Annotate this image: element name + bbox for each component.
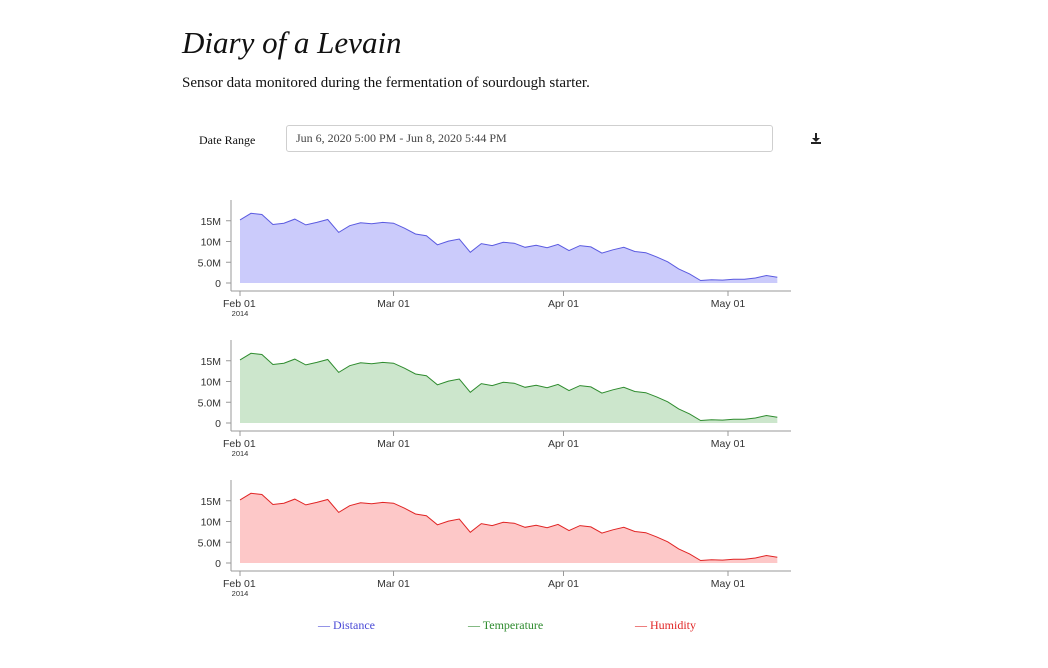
- x-tick-label: Apr 01: [548, 298, 579, 310]
- y-tick-label: 10M: [201, 377, 221, 389]
- y-tick-label: 10M: [201, 237, 221, 249]
- x-tick-label: Apr 01: [548, 578, 579, 590]
- x-tick-label: May 01: [711, 298, 746, 310]
- date-range-label: Date Range: [199, 133, 256, 147]
- page-title: Diary of a Levain: [182, 25, 402, 60]
- legend-distance: — Distance: [318, 618, 375, 632]
- y-tick-label: 5.0M: [198, 537, 221, 549]
- y-tick-label: 10M: [201, 517, 221, 529]
- date-range-input[interactable]: [286, 125, 773, 152]
- distance-area: [240, 213, 778, 283]
- x-tick-label: Mar 01: [377, 438, 410, 450]
- temperature-chart: 15M10M5.0M0Feb 01 Mar 01 Apr 01 May 012014: [198, 340, 791, 458]
- x-tick-label: Mar 01: [377, 298, 410, 310]
- humidity-area: [240, 493, 778, 563]
- y-tick-label: 0: [215, 418, 221, 430]
- temperature-area: [240, 353, 778, 423]
- x-tick-label: May 01: [711, 578, 746, 590]
- x-tick-year: 2014: [232, 309, 249, 318]
- y-tick-label: 0: [215, 558, 221, 570]
- y-tick-label: 15M: [201, 216, 221, 228]
- x-tick-label: Apr 01: [548, 438, 579, 450]
- legend: — Distance — Temperature — Humidity: [0, 618, 1048, 634]
- x-tick-label: Mar 01: [377, 578, 410, 590]
- y-tick-label: 15M: [201, 356, 221, 368]
- y-tick-label: 5.0M: [198, 257, 221, 269]
- legend-temperature: — Temperature: [468, 618, 544, 632]
- legend-humidity: — Humidity: [635, 618, 697, 632]
- page-subtitle: Sensor data monitored during the ferment…: [182, 75, 590, 91]
- y-tick-label: 5.0M: [198, 397, 221, 409]
- humidity-chart: 15M10M5.0M0Feb 01 Mar 01 Apr 01 May 012014: [198, 480, 791, 598]
- download-icon[interactable]: [808, 131, 824, 147]
- y-tick-label: 15M: [201, 496, 221, 508]
- distance-chart: 15M10M5.0M0Feb 01 Mar 01 Apr 01 May 012014: [198, 200, 791, 318]
- x-tick-label: May 01: [711, 438, 746, 450]
- y-tick-label: 0: [215, 278, 221, 290]
- x-tick-year: 2014: [232, 589, 249, 598]
- x-tick-year: 2014: [232, 449, 249, 458]
